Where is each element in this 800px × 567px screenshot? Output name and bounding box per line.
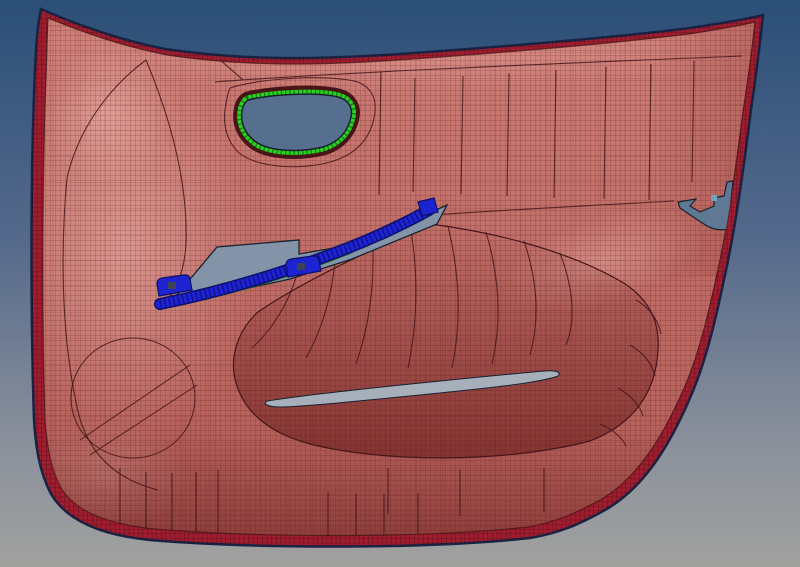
clip-hole-right — [297, 263, 305, 270]
loose-element-tile — [711, 195, 717, 201]
handle-cutout-ring[interactable] — [233, 85, 360, 159]
clip-hole-left — [168, 282, 176, 289]
rail-end-block[interactable] — [417, 197, 439, 217]
cad-3d-viewport[interactable] — [0, 0, 800, 567]
handle-cutout-hole — [240, 93, 353, 152]
mesh-render-canvas[interactable] — [0, 0, 800, 567]
